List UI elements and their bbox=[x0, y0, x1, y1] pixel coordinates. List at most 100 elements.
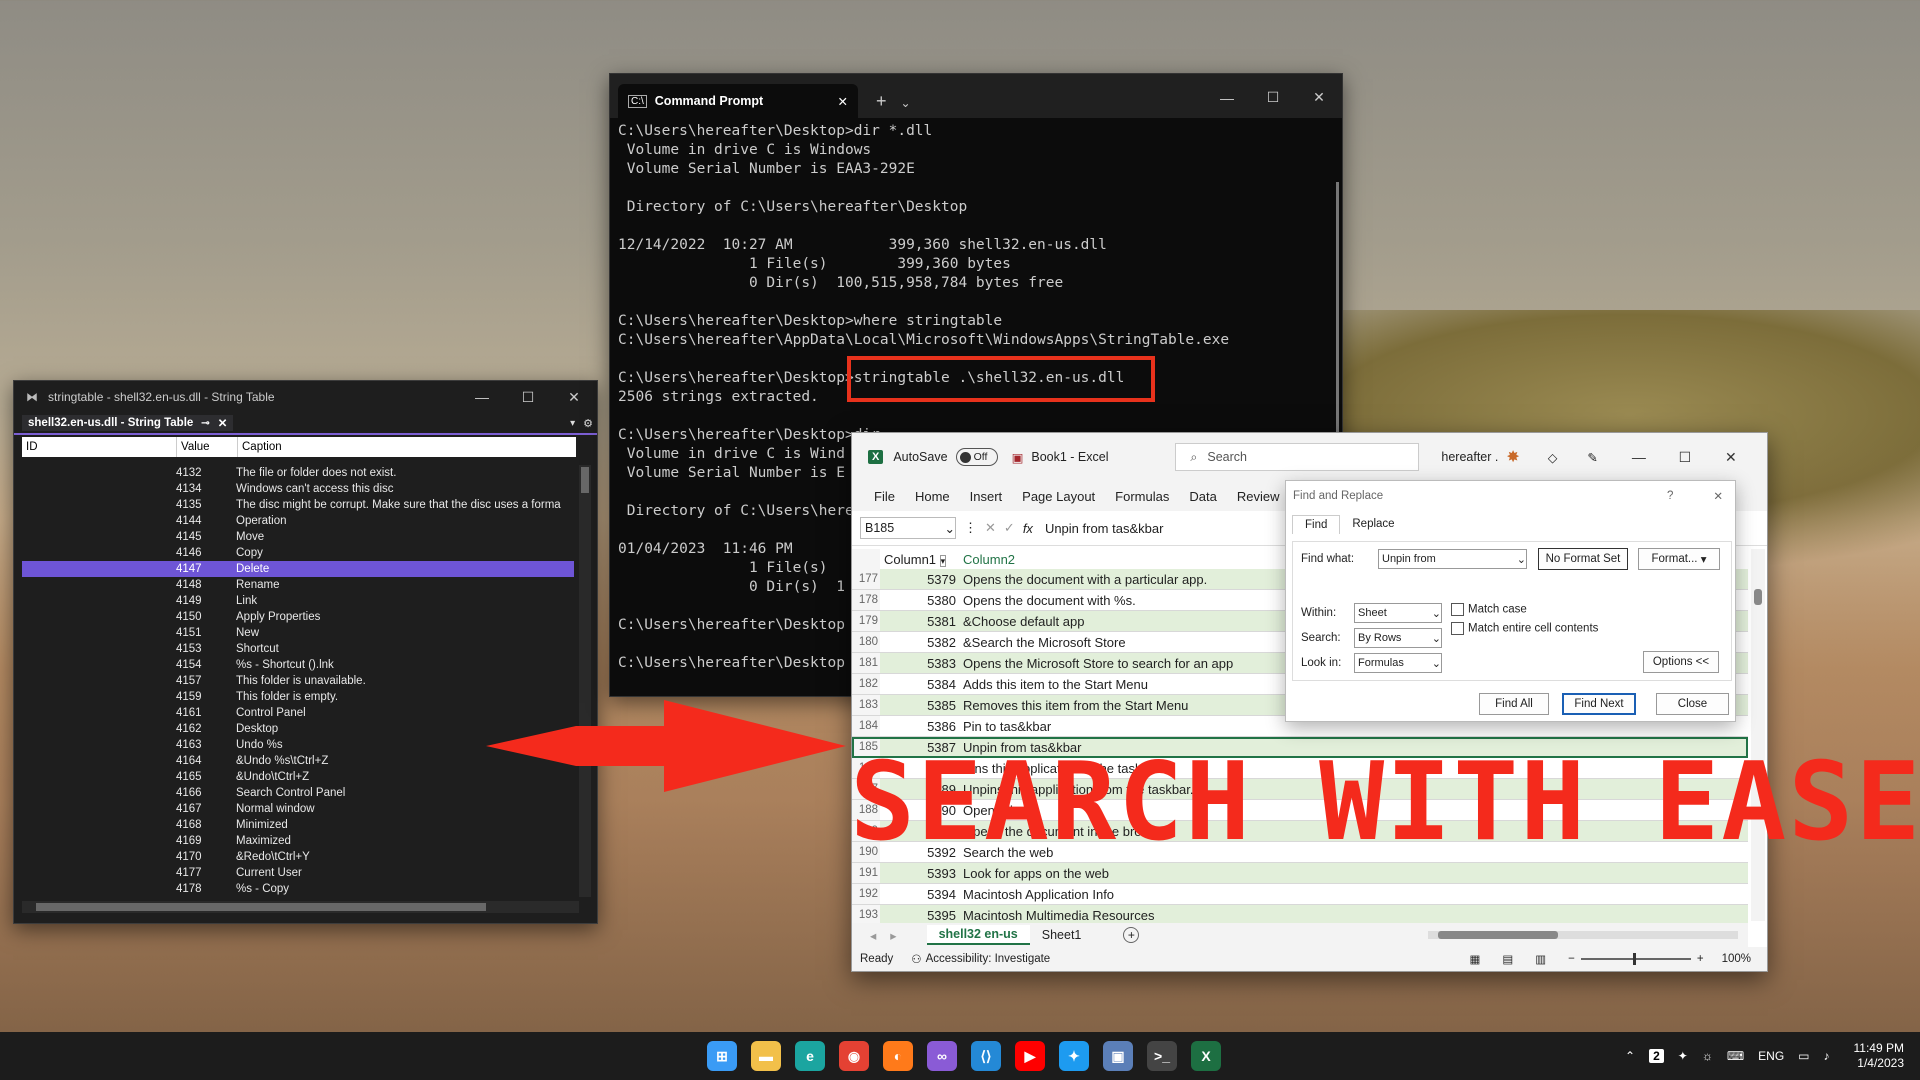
diamond-icon[interactable]: ◇ bbox=[1548, 450, 1558, 465]
list-item[interactable]: 4146 Copy bbox=[22, 545, 574, 561]
close-icon[interactable]: ✕ bbox=[1713, 489, 1723, 503]
find-all-button[interactable]: Find All bbox=[1479, 693, 1549, 715]
menu-item-page-layout[interactable]: Page Layout bbox=[1012, 489, 1105, 504]
table-row[interactable]: 193 5395 Macintosh Multimedia Resources bbox=[852, 905, 1748, 923]
chevron-up-icon[interactable]: ⌃ bbox=[1625, 1049, 1635, 1063]
close-button[interactable]: Close bbox=[1656, 693, 1729, 715]
column-header-id[interactable]: ID bbox=[22, 437, 177, 457]
save-icon[interactable]: ▣ bbox=[1012, 450, 1024, 465]
horizontal-scrollbar[interactable] bbox=[1428, 931, 1738, 939]
list-item[interactable]: 4144 Operation bbox=[22, 513, 574, 529]
list-item[interactable]: 4168 Minimized bbox=[22, 817, 574, 833]
page-break-icon[interactable]: ▥ bbox=[1535, 952, 1546, 966]
close-button[interactable]: ✕ bbox=[1296, 89, 1342, 106]
clock[interactable]: 11:49 PM 1/4/2023 bbox=[1854, 1041, 1904, 1071]
minimize-button[interactable]: — bbox=[1204, 90, 1250, 106]
cell-column1[interactable]: 5383 bbox=[880, 656, 960, 671]
table-row[interactable]: 191 5393 Look for apps on the web bbox=[852, 863, 1748, 884]
minimize-button[interactable]: — bbox=[1616, 449, 1662, 465]
help-icon[interactable]: ? bbox=[1667, 490, 1673, 502]
list-item[interactable]: 4147 Delete bbox=[22, 561, 574, 577]
edge-icon[interactable]: e bbox=[795, 1041, 825, 1071]
function-icon[interactable]: fx bbox=[1023, 521, 1033, 536]
row-number[interactable]: 177 bbox=[852, 569, 880, 589]
excel-icon[interactable]: X bbox=[1191, 1041, 1221, 1071]
row-number[interactable]: 193 bbox=[852, 905, 880, 923]
pen-icon[interactable]: ✎ bbox=[1587, 450, 1597, 465]
maximize-button[interactable]: ☐ bbox=[1662, 449, 1708, 466]
brightness-icon[interactable]: ☼ bbox=[1702, 1049, 1713, 1063]
vscode-icon[interactable]: ⟨⟩ bbox=[971, 1041, 1001, 1071]
cell-column2[interactable]: Macintosh Multimedia Resources bbox=[960, 908, 1748, 923]
remote-desktop-icon[interactable]: ▣ bbox=[1103, 1041, 1133, 1071]
new-tab-button[interactable]: + bbox=[876, 91, 887, 112]
language-indicator[interactable]: ENG bbox=[1758, 1049, 1784, 1063]
row-number[interactable]: 182 bbox=[852, 674, 880, 694]
dialog-titlebar[interactable]: Find and Replace ? ✕ bbox=[1286, 481, 1735, 511]
terminal-icon[interactable]: >_ bbox=[1147, 1041, 1177, 1071]
tab-close-icon[interactable]: ✕ bbox=[838, 94, 848, 109]
list-item[interactable]: 4132 The file or folder does not exist. bbox=[22, 465, 574, 481]
cell-column1[interactable]: 5381 bbox=[880, 614, 960, 629]
match-entire-checkbox[interactable]: Match entire cell contents bbox=[1451, 622, 1598, 635]
look-in-select[interactable]: Formulas ⌄ bbox=[1354, 653, 1442, 673]
tab-replace[interactable]: Replace bbox=[1340, 515, 1406, 534]
terminal-tab[interactable]: C:\ Command Prompt ✕ bbox=[618, 84, 858, 118]
menu-item-review[interactable]: Review bbox=[1227, 489, 1290, 504]
search-box[interactable]: ⌕ Search bbox=[1175, 443, 1420, 471]
tab-find[interactable]: Find bbox=[1292, 515, 1341, 534]
string-table-titlebar[interactable]: ⧓ stringtable - shell32.en-us.dll - Stri… bbox=[14, 381, 597, 413]
volume-icon[interactable]: ♪ bbox=[1824, 1049, 1830, 1063]
cell-column1[interactable]: 5382 bbox=[880, 635, 960, 650]
youtube-icon[interactable]: ▶ bbox=[1015, 1041, 1045, 1071]
list-item[interactable]: 4153 Shortcut bbox=[22, 641, 574, 657]
cell-column1[interactable]: 5395 bbox=[880, 908, 960, 923]
pin-icon[interactable]: ✦ bbox=[1678, 1049, 1688, 1063]
sheet-tab[interactable]: Sheet1 bbox=[1030, 926, 1094, 944]
avatar[interactable]: ✸ bbox=[1506, 447, 1519, 467]
cell-column2[interactable]: Look for apps on the web bbox=[960, 866, 1748, 881]
find-what-input[interactable]: Unpin from ⌄ bbox=[1378, 549, 1527, 569]
maximize-button[interactable]: ☐ bbox=[505, 389, 551, 406]
horizontal-scrollbar[interactable] bbox=[22, 901, 579, 913]
list-item[interactable]: 4149 Link bbox=[22, 593, 574, 609]
cell-column1[interactable]: 5393 bbox=[880, 866, 960, 881]
find-next-button[interactable]: Find Next bbox=[1562, 693, 1636, 715]
add-sheet-icon[interactable]: + bbox=[1123, 927, 1140, 943]
row-number[interactable]: 178 bbox=[852, 590, 880, 610]
row-number[interactable]: 191 bbox=[852, 863, 880, 883]
cell-column1[interactable]: 5384 bbox=[880, 677, 960, 692]
zoom-slider[interactable] bbox=[1580, 953, 1691, 965]
row-number[interactable]: 180 bbox=[852, 632, 880, 652]
normal-view-icon[interactable]: ▦ bbox=[1470, 952, 1481, 966]
table-row[interactable]: 192 5394 Macintosh Application Info bbox=[852, 884, 1748, 905]
page-layout-icon[interactable]: ▤ bbox=[1502, 952, 1513, 966]
list-item[interactable]: 4134 Windows can't access this disc bbox=[22, 481, 574, 497]
cell-column1[interactable]: 5379 bbox=[880, 572, 960, 587]
list-item[interactable]: 4145 Move bbox=[22, 529, 574, 545]
list-item[interactable]: 4178 %s - Copy bbox=[22, 881, 574, 897]
list-item[interactable]: 4170 &Redo\tCtrl+Y bbox=[22, 849, 574, 865]
document-tab[interactable]: shell32.en-us.dll - String Table ⊸ ✕ bbox=[22, 415, 234, 431]
twitter-icon[interactable]: ✦ bbox=[1059, 1041, 1089, 1071]
chrome-icon[interactable]: ◉ bbox=[839, 1041, 869, 1071]
row-number[interactable]: 192 bbox=[852, 884, 880, 904]
tab-dropdown-icon[interactable]: ⌄ bbox=[901, 96, 911, 110]
filter-dropdown-icon[interactable]: ▾ bbox=[939, 554, 947, 567]
keyboard-icon[interactable]: ⌨ bbox=[1727, 1049, 1744, 1063]
close-button[interactable]: ✕ bbox=[1708, 449, 1754, 466]
row-number[interactable]: 184 bbox=[852, 716, 880, 736]
cell-column1[interactable]: 5386 bbox=[880, 719, 960, 734]
zoom-out-icon[interactable]: − bbox=[1568, 953, 1575, 965]
formula-value[interactable]: Unpin from tas&kbar bbox=[1045, 521, 1164, 536]
close-button[interactable]: ✕ bbox=[551, 389, 597, 406]
more-icon[interactable]: ⋮ bbox=[964, 520, 977, 536]
vertical-scrollbar[interactable] bbox=[1751, 549, 1765, 921]
row-number[interactable]: 181 bbox=[852, 653, 880, 673]
list-item[interactable]: 4157 This folder is unavailable. bbox=[22, 673, 574, 689]
cell-column1[interactable]: 5385 bbox=[880, 698, 960, 713]
column-header-caption[interactable]: Caption bbox=[238, 437, 576, 457]
file-explorer-icon[interactable]: ▬ bbox=[751, 1041, 781, 1071]
zoom-level[interactable]: 100% bbox=[1722, 953, 1751, 965]
firefox-icon[interactable]: ◐ bbox=[883, 1041, 913, 1071]
